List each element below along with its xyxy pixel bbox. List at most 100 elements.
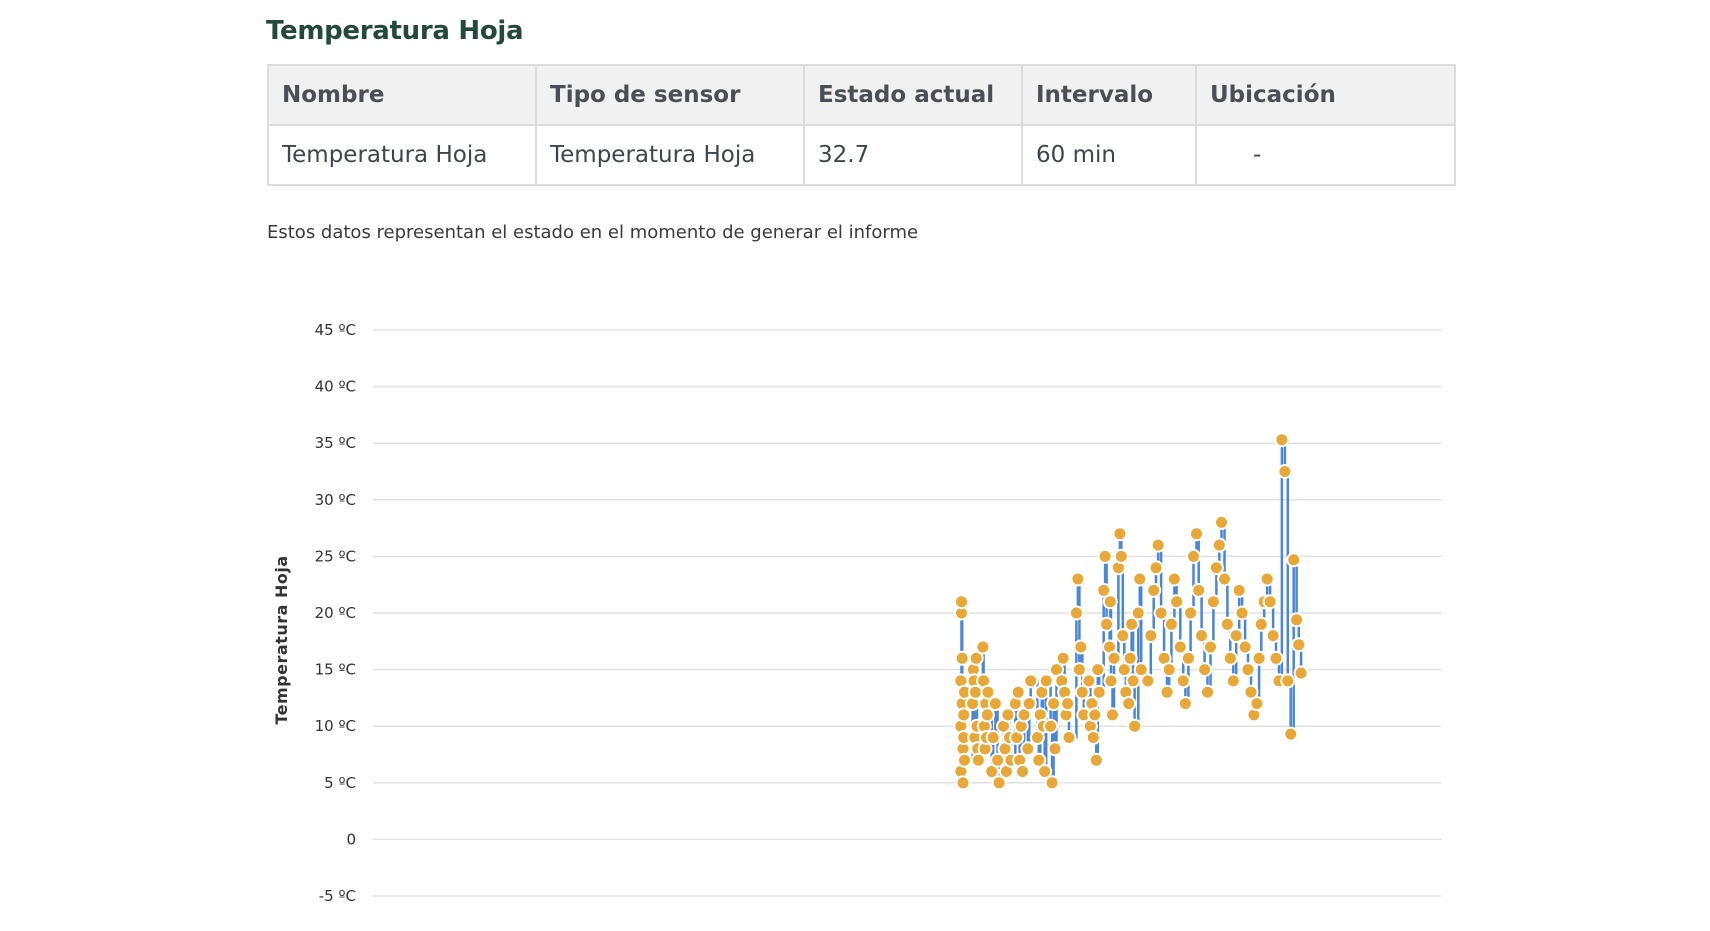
data-point[interactable] — [1265, 628, 1281, 644]
data-point[interactable] — [1194, 628, 1210, 644]
data-point[interactable] — [1099, 616, 1115, 632]
data-point[interactable] — [1211, 537, 1227, 553]
data-point[interactable] — [1163, 616, 1179, 632]
data-point[interactable] — [1106, 650, 1122, 666]
data-point[interactable] — [1175, 673, 1191, 689]
data-point[interactable] — [1283, 726, 1299, 742]
data-point[interactable] — [1166, 571, 1182, 587]
data-point[interactable] — [1219, 616, 1235, 632]
data-point[interactable] — [1262, 594, 1278, 610]
data-point[interactable] — [1191, 582, 1207, 598]
data-point[interactable] — [1088, 752, 1104, 768]
data-point[interactable] — [1023, 673, 1039, 689]
data-point[interactable] — [1172, 639, 1188, 655]
data-point[interactable] — [1087, 707, 1103, 723]
data-point[interactable] — [1253, 616, 1269, 632]
data-point[interactable] — [1130, 605, 1146, 621]
data-point[interactable] — [1251, 650, 1267, 666]
data-point[interactable] — [1161, 662, 1177, 678]
data-point[interactable] — [1228, 628, 1244, 644]
data-point[interactable] — [1102, 594, 1118, 610]
data-point[interactable] — [979, 707, 995, 723]
data-point[interactable] — [1189, 526, 1204, 542]
data-point[interactable] — [1146, 582, 1162, 598]
data-point[interactable] — [1259, 571, 1275, 587]
data-point[interactable] — [1140, 673, 1156, 689]
data-point[interactable] — [955, 775, 971, 791]
data-point[interactable] — [1073, 639, 1089, 655]
data-point[interactable] — [1060, 696, 1076, 712]
data-point[interactable] — [975, 639, 991, 655]
data-point[interactable] — [1061, 730, 1077, 745]
data-point[interactable] — [1231, 582, 1247, 598]
data-point[interactable] — [1200, 684, 1215, 700]
data-point[interactable] — [1071, 662, 1087, 678]
data-point[interactable] — [1085, 730, 1101, 745]
data-point[interactable] — [1010, 684, 1026, 700]
data-point[interactable] — [1091, 684, 1107, 700]
data-point[interactable] — [1183, 605, 1199, 621]
data-point[interactable] — [954, 650, 970, 666]
data-point[interactable] — [1180, 650, 1196, 666]
data-point[interactable] — [956, 707, 972, 723]
data-point[interactable] — [1280, 673, 1296, 689]
data-point[interactable] — [1148, 560, 1164, 576]
data-point[interactable] — [1277, 464, 1293, 479]
data-point[interactable] — [1237, 639, 1253, 655]
data-point[interactable] — [1044, 775, 1060, 791]
data-point[interactable] — [1055, 650, 1071, 666]
data-point[interactable] — [1234, 605, 1250, 621]
data-point[interactable] — [1020, 741, 1036, 757]
data-point[interactable] — [1286, 552, 1302, 568]
data-point[interactable] — [1177, 696, 1193, 712]
data-point[interactable] — [1205, 594, 1221, 610]
data-point[interactable] — [1021, 696, 1037, 712]
data-point[interactable] — [1240, 662, 1256, 678]
data-point[interactable] — [1197, 662, 1213, 678]
data-point[interactable] — [1153, 605, 1169, 621]
data-point[interactable] — [1070, 571, 1086, 587]
data-point[interactable] — [987, 696, 1003, 712]
data-point[interactable] — [1186, 548, 1201, 564]
data-point[interactable] — [1112, 526, 1128, 542]
data-point[interactable] — [1068, 605, 1084, 621]
data-point[interactable] — [1113, 548, 1129, 564]
data-point[interactable] — [1268, 650, 1284, 666]
data-point[interactable] — [1127, 718, 1143, 734]
data-point[interactable] — [957, 752, 972, 768]
data-point[interactable] — [1097, 548, 1113, 564]
data-point[interactable] — [1122, 650, 1138, 666]
data-point[interactable] — [1293, 665, 1309, 681]
data-point[interactable] — [1291, 637, 1307, 653]
data-point[interactable] — [1090, 662, 1106, 678]
data-point[interactable] — [954, 594, 969, 610]
data-point[interactable] — [1043, 718, 1059, 734]
y-tick-label: 30 ºC — [315, 491, 356, 509]
data-point[interactable] — [968, 684, 983, 700]
data-point[interactable] — [1046, 696, 1062, 712]
data-point[interactable] — [1038, 673, 1054, 689]
data-point[interactable] — [1222, 650, 1238, 666]
data-point[interactable] — [1047, 741, 1063, 757]
data-point[interactable] — [1289, 612, 1305, 628]
data-point[interactable] — [985, 730, 1001, 745]
data-point[interactable] — [1225, 673, 1241, 689]
data-point[interactable] — [1103, 673, 1119, 689]
data-point[interactable] — [1274, 432, 1290, 448]
data-point[interactable] — [1150, 537, 1166, 553]
data-point[interactable] — [1105, 707, 1120, 723]
data-point[interactable] — [1115, 628, 1131, 644]
data-point[interactable] — [1217, 571, 1232, 587]
data-point[interactable] — [1125, 673, 1141, 689]
data-point[interactable] — [1203, 639, 1218, 655]
data-point[interactable] — [1143, 628, 1159, 644]
data-point[interactable] — [1121, 696, 1137, 712]
data-point[interactable] — [1249, 696, 1265, 712]
data-point[interactable] — [1132, 571, 1148, 587]
data-point[interactable] — [1159, 684, 1175, 700]
data-point[interactable] — [1081, 673, 1097, 689]
data-point[interactable] — [1169, 594, 1185, 610]
data-point[interactable] — [1015, 764, 1031, 779]
data-point[interactable] — [1214, 514, 1229, 530]
data-point[interactable] — [1208, 560, 1224, 576]
